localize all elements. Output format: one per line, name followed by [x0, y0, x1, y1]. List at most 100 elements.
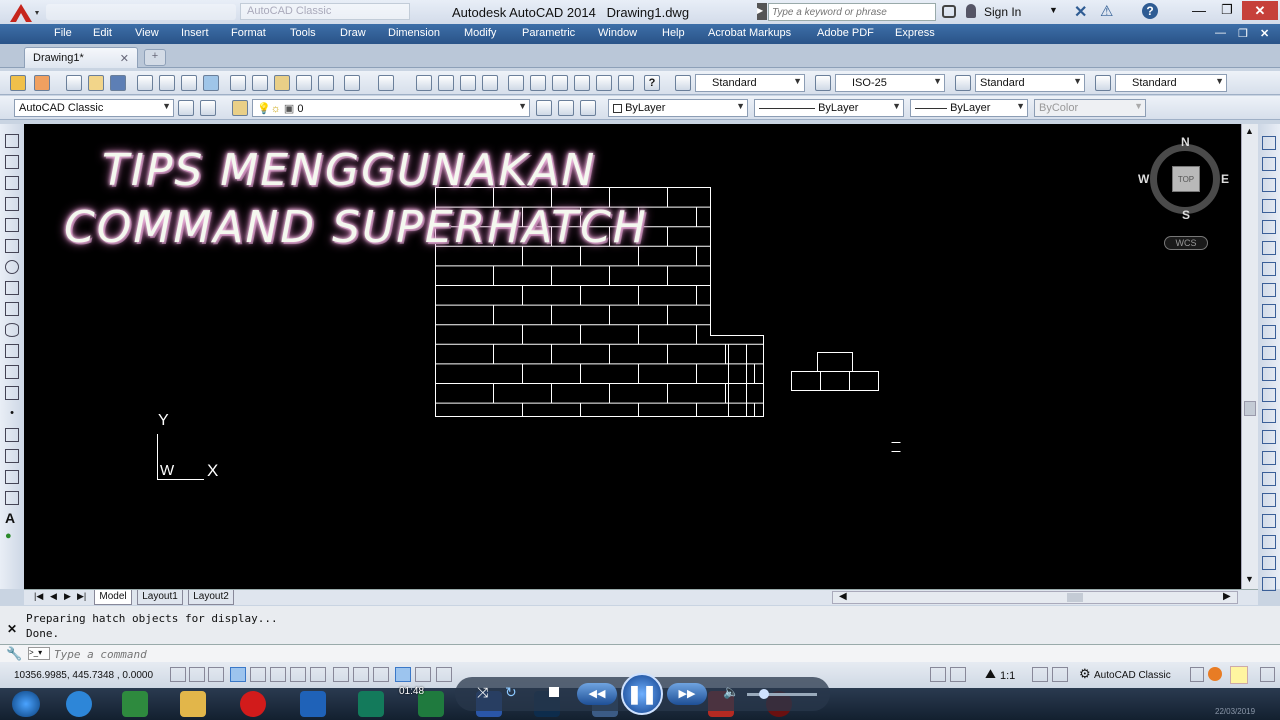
menu-file[interactable]: File: [54, 27, 72, 39]
undo-icon[interactable]: [344, 75, 360, 91]
match-properties-icon[interactable]: [296, 75, 312, 91]
auto-scale-icon[interactable]: [1052, 667, 1068, 682]
snap-mode-icon[interactable]: [170, 667, 186, 682]
point-icon[interactable]: •: [5, 407, 19, 421]
tab-model[interactable]: Model: [94, 590, 132, 605]
menu-adobe-pdf[interactable]: Adobe PDF: [817, 27, 874, 39]
zoom-previous-icon[interactable]: [482, 75, 498, 91]
pan-icon[interactable]: [416, 75, 432, 91]
search-input[interactable]: [768, 3, 936, 21]
menu-window[interactable]: Window: [598, 27, 637, 39]
repeat-icon[interactable]: ↻: [505, 684, 517, 701]
scroll-left-arrow[interactable]: ◀: [839, 591, 847, 602]
workspace-switching[interactable]: AutoCAD Classic: [1094, 670, 1171, 681]
lineweight-combo[interactable]: ByLayer ▼: [910, 99, 1028, 117]
app-menu-button[interactable]: [4, 2, 42, 24]
horizontal-scrollbar[interactable]: ◀ ▶: [832, 591, 1238, 604]
quick-view-layouts-icon[interactable]: [950, 667, 966, 682]
volume-slider[interactable]: [747, 689, 817, 699]
ortho-mode-icon[interactable]: [208, 667, 224, 682]
prev-layout-arrow[interactable]: ◀: [50, 591, 57, 602]
qnew-icon[interactable]: [10, 75, 26, 91]
quick-properties-icon[interactable]: [395, 667, 411, 682]
save-icon[interactable]: [110, 75, 126, 91]
tab-close-icon[interactable]: ✕: [120, 52, 129, 65]
mleader-style-combo[interactable]: Standard ▼: [1115, 74, 1227, 92]
stop-icon[interactable]: [549, 687, 559, 697]
ellipse-icon[interactable]: [5, 323, 19, 337]
layer-combo[interactable]: 💡☼ ▣ 0 ▼: [252, 99, 530, 117]
make-block-icon[interactable]: [5, 386, 19, 400]
selection-cycling-icon[interactable]: [415, 667, 431, 682]
table-style-icon[interactable]: [955, 75, 971, 91]
pause-button[interactable]: ❚❚: [621, 673, 663, 715]
viewcube[interactable]: TOP N S W E: [1138, 135, 1229, 222]
viewcube-south[interactable]: S: [1182, 208, 1190, 222]
viewcube-west[interactable]: W: [1138, 172, 1149, 186]
volume-icon[interactable]: 🔈: [723, 684, 739, 700]
annotation-visibility-icon[interactable]: [1032, 667, 1048, 682]
arc-icon[interactable]: [5, 239, 19, 253]
dyn-input-icon[interactable]: [333, 667, 349, 682]
open-icon[interactable]: [88, 75, 104, 91]
erase-icon[interactable]: [1262, 136, 1276, 150]
last-layout-arrow[interactable]: ▶|: [77, 591, 86, 602]
command-close-icon[interactable]: ✕: [7, 622, 17, 636]
layer-properties-icon[interactable]: [232, 100, 248, 116]
menu-insert[interactable]: Insert: [181, 27, 209, 39]
quickcalc-icon[interactable]: [618, 75, 634, 91]
search-expand-icon[interactable]: ▶: [757, 3, 767, 20]
3d-print-icon[interactable]: [203, 75, 219, 91]
binoculars-icon[interactable]: [942, 5, 956, 18]
lineweight-icon[interactable]: [353, 667, 369, 682]
vertical-scrollbar[interactable]: ▲ ▼: [1241, 124, 1258, 589]
spline-icon[interactable]: [5, 302, 19, 316]
workspace-switch-icon[interactable]: ⚙: [1079, 666, 1091, 682]
extend-icon[interactable]: [1262, 346, 1276, 360]
tab-drawing1[interactable]: Drawing1* ✕: [24, 47, 138, 68]
help-icon[interactable]: ?: [1142, 3, 1158, 19]
menu-help[interactable]: Help: [662, 27, 685, 39]
file-explorer-icon[interactable]: [180, 691, 206, 717]
first-layout-arrow[interactable]: |◀: [34, 591, 43, 602]
ungroup-icon[interactable]: [1262, 535, 1276, 549]
add-selected-icon[interactable]: ●: [5, 530, 19, 544]
sheet-set-icon[interactable]: [574, 75, 590, 91]
rectangle-icon[interactable]: [5, 218, 19, 232]
viewcube-north[interactable]: N: [1181, 135, 1190, 149]
menu-modify[interactable]: Modify: [464, 27, 496, 39]
menu-draw[interactable]: Draw: [340, 27, 366, 39]
layer-state-icon[interactable]: [580, 100, 596, 116]
publisher-icon[interactable]: [358, 691, 384, 717]
redo-icon[interactable]: [378, 75, 394, 91]
scroll-thumb[interactable]: [1244, 401, 1256, 416]
plotstyle-combo[interactable]: ByColor ▼: [1034, 99, 1146, 117]
exchange-icon[interactable]: ✕: [1074, 2, 1087, 22]
preview-icon[interactable]: [159, 75, 175, 91]
drawing-canvas[interactable]: Y W X TIPS MENGGUNAKAN COMMAND SUPERHATC…: [24, 124, 1241, 589]
block-editor-icon[interactable]: [318, 75, 334, 91]
cut-icon[interactable]: [230, 75, 246, 91]
zoom-realtime-icon[interactable]: [438, 75, 454, 91]
zoom-window-icon[interactable]: [460, 75, 476, 91]
grid-display-icon[interactable]: [189, 667, 205, 682]
mleader-style-icon[interactable]: [1095, 75, 1111, 91]
menu-express[interactable]: Express: [895, 27, 935, 39]
transparency-icon[interactable]: [373, 667, 389, 682]
maximize-button[interactable]: ❐: [1214, 2, 1240, 20]
join-icon[interactable]: [1262, 409, 1276, 423]
rotate-icon[interactable]: [1262, 262, 1276, 276]
doc-restore-button[interactable]: ❐: [1238, 27, 1248, 40]
tab-layout2[interactable]: Layout2: [188, 590, 234, 605]
multiline-text-icon[interactable]: A: [5, 510, 19, 526]
offset-icon[interactable]: [1262, 199, 1276, 213]
command-prompt-icon[interactable]: >_▾: [28, 647, 50, 660]
text-style-combo[interactable]: Standard ▼: [695, 74, 805, 92]
menu-tools[interactable]: Tools: [290, 27, 316, 39]
lock-icon[interactable]: [1190, 667, 1204, 682]
viewcube-east[interactable]: E: [1221, 172, 1229, 186]
polygon-icon[interactable]: [5, 197, 19, 211]
h-scroll-thumb[interactable]: [1067, 593, 1083, 602]
doc-minimize-button[interactable]: —: [1215, 27, 1226, 39]
osnap-icon[interactable]: [250, 667, 266, 682]
